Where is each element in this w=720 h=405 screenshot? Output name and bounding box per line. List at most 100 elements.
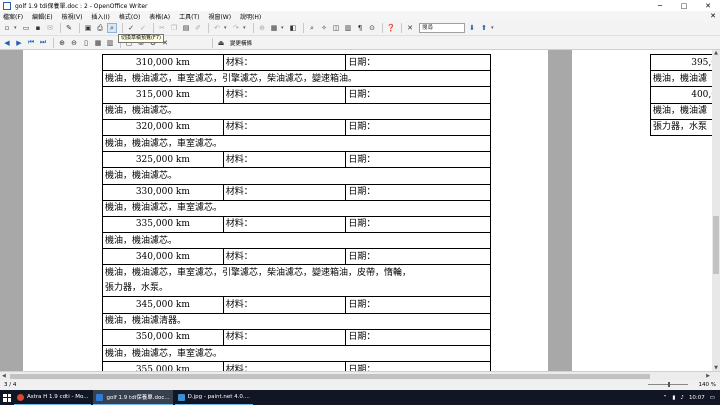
to-document-end-icon[interactable]: ⏭ [38, 38, 48, 48]
menu-view[interactable]: 檢視(V) [62, 12, 83, 21]
find-previous-icon[interactable]: ⬆ [479, 23, 489, 33]
menu-table[interactable]: 表格(A) [149, 12, 170, 21]
paste-icon[interactable]: ▤ [181, 23, 191, 33]
cut-icon[interactable]: ✂ [157, 23, 167, 33]
copy-icon[interactable]: ❐ [169, 23, 179, 33]
minimize-button[interactable]: ─ [648, 0, 672, 11]
multiple-pages-icon[interactable]: ▦ [93, 38, 103, 48]
nonprinting-characters-icon[interactable]: ¶ [355, 23, 365, 33]
eject-icon[interactable]: ⏏ [216, 38, 226, 48]
volume-icon[interactable]: ♪ [680, 395, 684, 401]
to-document-begin-icon[interactable]: ⏮ [26, 38, 36, 48]
table-icon[interactable]: ▦ [269, 23, 279, 33]
scroll-left-arrow-icon[interactable]: ◀ [2, 373, 6, 379]
redo-icon[interactable]: ↷ [231, 23, 241, 33]
format-paintbrush-icon[interactable]: ✐ [193, 23, 203, 33]
date-cell: 日期： [345, 86, 491, 104]
data-sources-icon[interactable]: ▥ [343, 23, 353, 33]
menu-insert[interactable]: 插入(I) [91, 12, 109, 21]
details-text: 張力器，水泵。 [105, 282, 169, 293]
close-preview-label[interactable]: 變更橫條 [230, 39, 252, 47]
edit-file-icon[interactable]: ✎ [64, 23, 74, 33]
toolbar-separator [253, 23, 254, 33]
details-text: 機油，機油濾芯，車室濾芯，引擎濾芯，柴油濾芯，變速箱油。 [105, 73, 358, 84]
date-cell: 日期： [345, 296, 491, 314]
spellcheck-icon[interactable]: ✓ [126, 23, 136, 33]
table-row: 320,000 km 材料： 日期： [102, 118, 491, 136]
horizontal-scroll-thumb[interactable] [10, 374, 650, 379]
scroll-right-arrow-icon[interactable]: ▶ [706, 373, 710, 379]
toolbar-separator [122, 23, 123, 33]
hyperlink-icon[interactable]: ⊕ [257, 23, 267, 33]
open-folder-icon[interactable]: ▭ [21, 23, 31, 33]
maximize-button[interactable]: □ [672, 0, 696, 11]
email-icon[interactable]: ✉ [45, 23, 55, 33]
next-page-icon[interactable]: ▶ [14, 38, 24, 48]
start-button[interactable] [0, 390, 14, 405]
horizontal-scrollbar[interactable]: ◀ ▶ [0, 371, 720, 380]
material-cell: 材料： [222, 151, 347, 169]
table-row: 315,000 km 材料： 日期： [102, 86, 491, 104]
find-dropdown-icon[interactable]: ▾ [491, 25, 496, 31]
network-icon[interactable]: ▮ [672, 395, 675, 401]
gallery-icon[interactable]: ◫ [331, 23, 341, 33]
find-input[interactable]: 搜尋 [419, 23, 465, 33]
details-text: 機油，機油濾芯。 [105, 170, 178, 181]
page-preview-icon[interactable]: ⌕ [107, 23, 117, 33]
vertical-scrollbar[interactable]: ▲ ▼ [712, 50, 720, 371]
previous-page-icon[interactable]: ◀ [2, 38, 12, 48]
toolbar-separator [208, 23, 209, 33]
km-cell: 395,0 [650, 53, 712, 72]
find-next-icon[interactable]: ⬇ [467, 23, 477, 33]
menu-file[interactable]: 檔案(F) [3, 12, 23, 21]
tooltip: 切換草稿預覽(F7) [118, 34, 164, 43]
export-pdf-icon[interactable]: ▣ [83, 23, 93, 33]
menu-help[interactable]: 說明(H) [240, 12, 261, 21]
clock[interactable]: 10:07 [689, 395, 705, 401]
menu-edit[interactable]: 編輯(E) [32, 12, 52, 21]
document-area: 310,000 km 材料： 日期： 機油，機油濾芯，車室濾芯，引擎濾芯，柴油濾芯，變… [0, 50, 712, 371]
table-row: 機油，機油濾 [650, 70, 712, 88]
autospellcheck-icon[interactable]: ✓ [138, 23, 148, 33]
find-replace-icon[interactable]: ⌕ [307, 23, 317, 33]
zoom-icon[interactable]: ⊙ [367, 23, 377, 33]
notifications-icon[interactable]: ▭ [710, 395, 715, 401]
menu-window[interactable]: 視窗(W) [208, 12, 231, 21]
km-cell: 320,000 km [102, 118, 224, 136]
taskbar-item-paintnet[interactable]: D.jpg - paint.net 4.0.... [174, 390, 253, 405]
new-document-icon[interactable]: ▫ [2, 23, 12, 33]
table-row: 機油，機油濾芯。 [102, 232, 491, 250]
table-dropdown-icon[interactable]: ▾ [281, 25, 286, 31]
date-cell: 日期： [345, 328, 491, 347]
table-row: 機油，機油濾芯，車室濾芯，引擎濾芯，柴油濾芯，變速箱油。 [102, 70, 491, 88]
undo-dropdown-icon[interactable]: ▾ [224, 25, 229, 31]
navigator-icon[interactable]: ✧ [319, 23, 329, 33]
find-toolbar-close-icon[interactable]: ✕ [405, 23, 415, 33]
table-row: 機油，機油濾 [650, 102, 712, 120]
undo-icon[interactable]: ↶ [212, 23, 222, 33]
tray-chevron-icon[interactable]: ⌃ [663, 395, 668, 401]
help-icon[interactable]: ❓ [386, 23, 396, 33]
zoom-slider-handle[interactable] [668, 382, 670, 387]
details-cell: 機油，機油濾 [650, 70, 712, 88]
show-draw-functions-icon[interactable]: ◧ [288, 23, 298, 33]
taskbar-item-opera[interactable]: Astra H 1.9 cdti - Mo... [14, 390, 92, 405]
save-icon[interactable]: ▪ [33, 23, 43, 33]
scroll-up-arrow-icon[interactable]: ▲ [712, 50, 720, 56]
taskbar-item-writer[interactable]: golf 1.9 tdi保養單.doc... [93, 390, 173, 405]
toolbar-separator [212, 37, 213, 48]
vertical-scroll-thumb[interactable] [713, 216, 719, 274]
close-button[interactable]: ✕ [696, 0, 720, 11]
km-cell: 310,000 km [102, 53, 224, 72]
zoom-in-icon[interactable]: ⊕ [57, 38, 67, 48]
new-dropdown-icon[interactable]: ▾ [14, 25, 19, 31]
close-document-icon[interactable]: ✕ [710, 12, 716, 20]
zoom-out-icon[interactable]: ⊖ [69, 38, 79, 48]
print-icon[interactable]: ⎙ [95, 23, 105, 33]
menu-format[interactable]: 格式(O) [119, 12, 140, 21]
redo-dropdown-icon[interactable]: ▾ [243, 25, 248, 31]
book-preview-icon[interactable]: ▥ [105, 38, 115, 48]
two-pages-icon[interactable]: ▯ [81, 38, 91, 48]
zoom-level[interactable]: 140 % [699, 382, 716, 388]
menu-tools[interactable]: 工具(T) [179, 12, 199, 21]
